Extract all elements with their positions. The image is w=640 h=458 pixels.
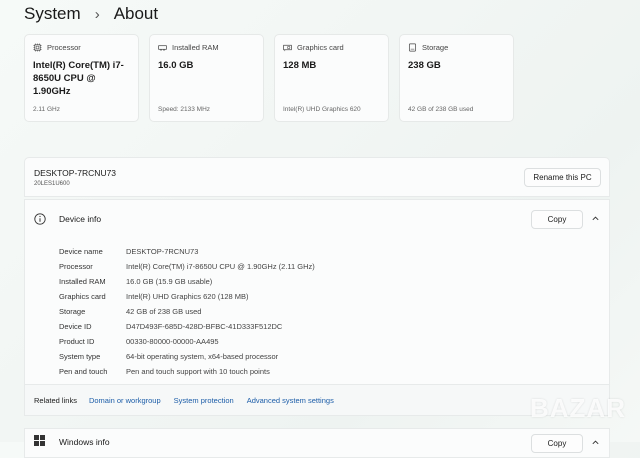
pc-name: DESKTOP-7RCNU73 [34,168,117,178]
processor-card-label: Processor [47,43,81,52]
info-icon [34,213,46,225]
pc-name-panel: DESKTOP-7RCNU73 20LES1U600 Rename this P… [24,157,610,197]
windows-info-title: Windows info [59,437,110,447]
row-value: 16.0 GB (15.9 GB usable) [126,277,213,286]
system-protection-link[interactable]: System protection [174,396,234,405]
row-label: System type [59,352,101,361]
device-info-row: Pen and touch Pen and touch support with … [59,364,315,379]
storage-card: Storage 238 GB 42 GB of 238 GB used [399,34,514,122]
device-info-row: Storage 42 GB of 238 GB used [59,304,315,319]
advanced-system-settings-link[interactable]: Advanced system settings [247,396,334,405]
row-label: Installed RAM [59,277,106,286]
memory-icon [158,45,167,51]
ram-card-label: Installed RAM [172,43,219,52]
copy-windows-info-button[interactable]: Copy [531,434,583,453]
pc-model: 20LES1U600 [34,181,70,187]
related-links-label: Related links [34,395,77,405]
device-info-row: Graphics card Intel(R) UHD Graphics 620 (… [59,289,315,304]
rename-pc-button[interactable]: Rename this PC [524,168,601,187]
storage-card-value: 238 GB [408,60,441,71]
drive-icon [408,43,417,52]
ram-card-sub: Speed: 2133 MHz [158,106,211,113]
row-label: Device name [59,247,103,256]
storage-card-label: Storage [422,43,449,52]
chevron-right-icon: › [94,5,100,23]
chevron-up-icon[interactable] [591,214,600,223]
graphics-card-value: 128 MB [283,60,317,71]
device-info-row: System type 64-bit operating system, x64-… [59,349,315,364]
row-value: 42 GB of 238 GB used [126,307,202,316]
windows-logo-icon [34,435,45,446]
related-links-bar: Related links Domain or workgroup System… [24,385,610,416]
domain-workgroup-link[interactable]: Domain or workgroup [89,396,161,405]
watermark-logo: BAZAR [530,393,626,423]
processor-card-sub: 2.11 GHz [33,106,60,113]
device-info-row: Processor Intel(R) Core(TM) i7-8650U CPU … [59,259,315,274]
processor-card: Processor Intel(R) Core(TM) i7-8650U CPU… [24,34,139,122]
device-info-list: Device name DESKTOP-7RCNU73 Processor Inte… [59,244,315,379]
device-info-panel: Device info Copy Device name DESKTOP-7RCN… [24,199,610,385]
row-label: Product ID [59,337,95,346]
row-value: Intel(R) UHD Graphics 620 (128 MB) [126,292,249,301]
graphics-card-label: Graphics card [297,43,344,52]
device-info-row: Device name DESKTOP-7RCNU73 [59,244,315,259]
breadcrumb-system[interactable]: System [24,4,81,24]
row-value: Pen and touch support with 10 touch poin… [126,367,270,376]
cpu-icon [33,43,42,52]
graphics-card-sub: Intel(R) UHD Graphics 620 [283,106,361,113]
windows-info-panel[interactable]: Windows info Copy [24,428,610,458]
device-info-header[interactable]: Device info Copy [25,200,609,238]
graphics-card: Graphics card 128 MB Intel(R) UHD Graphi… [274,34,389,122]
device-info-row: Installed RAM 16.0 GB (15.9 GB usable) [59,274,315,289]
row-label: Storage [59,307,86,316]
row-value: DESKTOP-7RCNU73 [126,247,199,256]
row-label: Pen and touch [59,367,108,376]
device-info-row: Product ID 00330-80000-00000-AA495 [59,334,315,349]
breadcrumb: System › About [24,3,158,25]
row-value: Intel(R) Core(TM) i7-8650U CPU @ 1.90GHz… [126,262,315,271]
row-label: Graphics card [59,292,106,301]
storage-card-sub: 42 GB of 238 GB used [408,106,474,113]
device-info-title: Device info [59,214,102,224]
copy-device-info-button[interactable]: Copy [531,210,583,229]
row-value: D47D493F-685D-428D-BFBC-41D333F512DC [126,322,283,331]
row-label: Device ID [59,322,92,331]
row-value: 00330-80000-00000-AA495 [126,337,219,346]
row-label: Processor [59,262,93,271]
processor-card-value: Intel(R) Core(TM) i7-8650U CPU @ 1.90GHz [33,60,124,97]
device-info-row: Device ID D47D493F-685D-428D-BFBC-41D333F… [59,319,315,334]
ram-card: Installed RAM 16.0 GB Speed: 2133 MHz [149,34,264,122]
row-value: 64-bit operating system, x64-based proce… [126,352,279,361]
gpu-icon [283,44,292,52]
chevron-up-icon[interactable] [591,438,600,447]
ram-card-value: 16.0 GB [158,60,194,71]
page-title: About [113,4,159,23]
